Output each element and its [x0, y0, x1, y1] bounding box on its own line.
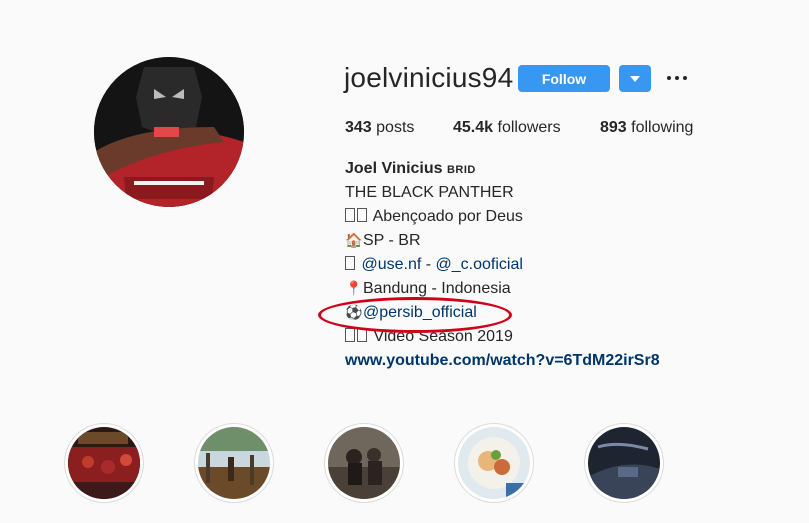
bio-website-link[interactable]: www.youtube.com/watch?v=6TdM22irSr8	[345, 352, 660, 370]
bio-line: @use.nf - @_c.ooficial	[345, 256, 523, 274]
follow-button[interactable]: Follow	[518, 65, 610, 92]
profile-avatar[interactable]	[94, 57, 244, 207]
story-highlight[interactable]	[454, 423, 534, 503]
story-highlight[interactable]	[64, 423, 144, 503]
highlight-ellipse	[318, 297, 512, 333]
mention-link[interactable]: @use.nf	[361, 256, 421, 273]
chevron-down-icon	[630, 75, 640, 82]
story-highlight[interactable]	[324, 423, 404, 503]
bio-line: Abençoado por Deus	[345, 208, 523, 226]
bio-line: 📍Bandung - Indonesia	[345, 280, 511, 297]
more-options-icon[interactable]	[667, 68, 687, 88]
profile-username: joelvinicius94	[344, 62, 514, 93]
story-highlight[interactable]	[194, 423, 274, 503]
posts-count: 343 posts	[345, 119, 415, 136]
bio-line: THE BLACK PANTHER	[345, 184, 514, 201]
story-highlight[interactable]	[584, 423, 664, 503]
bio-line: 🏠SP - BR	[345, 232, 421, 249]
followers-count[interactable]: 45.4k followers	[453, 119, 561, 137]
following-count[interactable]: 893 following	[600, 119, 693, 137]
mention-link[interactable]: @_c.ooficial	[436, 256, 523, 273]
house-icon: 🏠	[345, 232, 363, 248]
pin-icon: 📍	[345, 280, 363, 296]
suggestions-dropdown-button[interactable]	[619, 65, 651, 92]
bio-fullname: Joel Vinicius BRID	[345, 160, 476, 177]
